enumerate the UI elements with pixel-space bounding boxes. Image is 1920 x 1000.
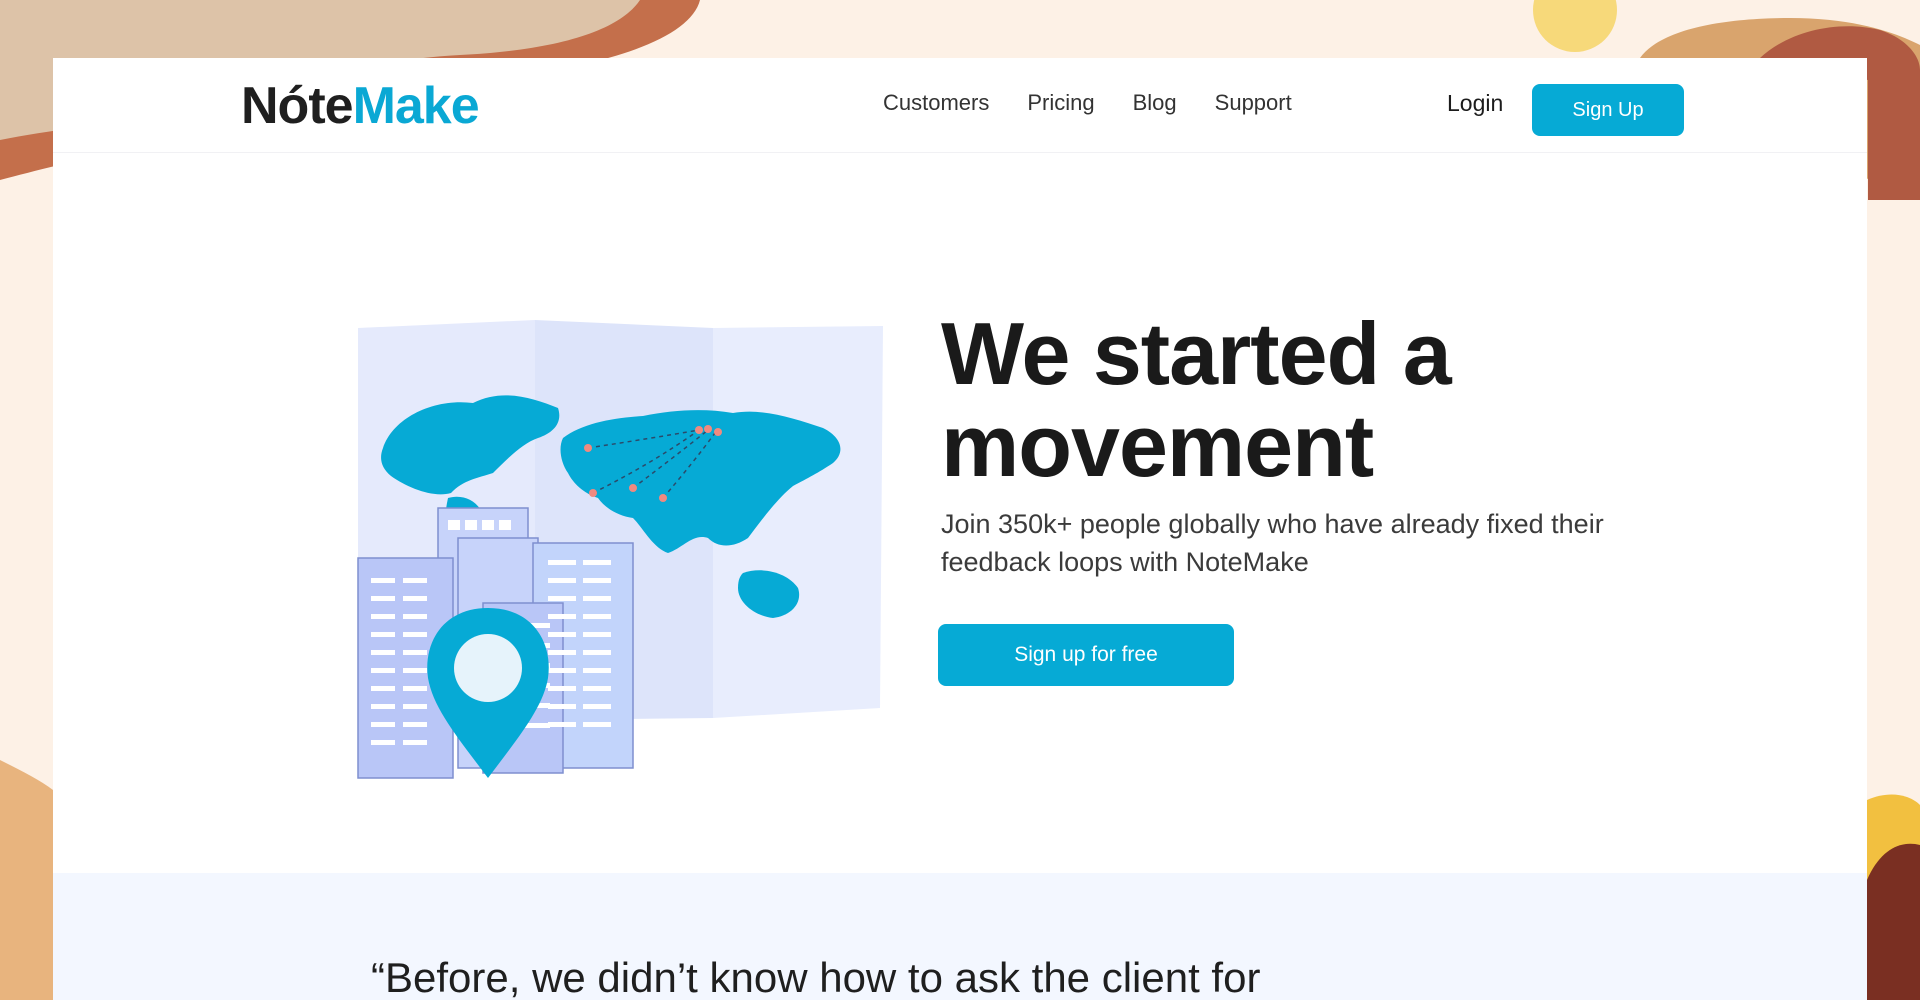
landing-page: NóteMake Customers Pricing Blog Support … bbox=[53, 58, 1867, 1000]
nav-link-customers[interactable]: Customers bbox=[883, 88, 989, 118]
nav-links: Customers Pricing Blog Support bbox=[883, 88, 1330, 118]
notemake-logo[interactable]: NóteMake bbox=[241, 77, 480, 135]
hero-subtext: Join 350k+ people globally who have alre… bbox=[941, 509, 1604, 577]
signup-free-button[interactable]: Sign up for free bbox=[938, 624, 1234, 686]
nav-link-support[interactable]: Support bbox=[1215, 88, 1292, 118]
signup-button[interactable]: Sign Up bbox=[1532, 84, 1684, 136]
world-map-illustration bbox=[357, 320, 883, 779]
logo-text-make: Make bbox=[352, 77, 480, 135]
nav-link-blog[interactable]: Blog bbox=[1133, 88, 1177, 118]
logo-text-note: Nóte bbox=[241, 77, 354, 135]
testimonial-quote: “Before, we didn’t know how to ask the c… bbox=[371, 954, 1261, 1000]
nav-link-pricing[interactable]: Pricing bbox=[1027, 88, 1094, 118]
testimonial-section: “Before, we didn’t know how to ask the c… bbox=[53, 873, 1867, 1000]
top-navbar: NóteMake Customers Pricing Blog Support … bbox=[53, 58, 1867, 153]
hero-headline: We started a movement bbox=[941, 304, 1452, 495]
login-link[interactable]: Login bbox=[1447, 88, 1503, 118]
